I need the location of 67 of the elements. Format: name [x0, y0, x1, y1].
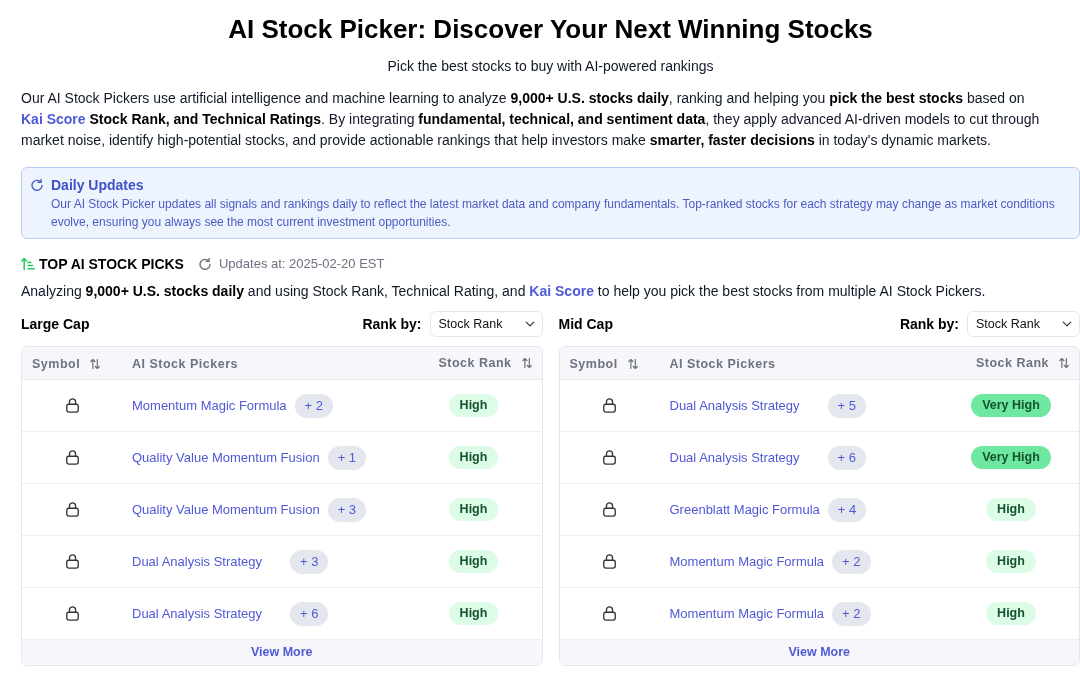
lock-icon: [603, 450, 616, 465]
kai-score-link[interactable]: Kai Score: [21, 111, 86, 127]
rank-badge: High: [986, 550, 1036, 573]
lock-icon: [65, 554, 79, 569]
rank-badge: Very High: [971, 394, 1051, 417]
update-time: Updates at: 2025-02-20 EST: [218, 255, 385, 273]
table-title: Mid Cap: [558, 314, 613, 334]
rank-badge: High: [448, 602, 499, 625]
strategy-link[interactable]: Quality Value Momentum Fusion: [132, 502, 320, 517]
notice-text: Our AI Stock Picker updates all signals and rankings daily to reflect the latest market data and company fundamentals. Top-ranked stocks for each strategy may change as market conditions evolve, ensuring you always see the most current investment opportunities.: [51, 196, 1056, 231]
lock-icon: [603, 606, 616, 621]
kai-score-link[interactable]: Kai Score: [529, 283, 594, 299]
more-strategies-button[interactable]: + 2: [832, 601, 871, 626]
strategy-link[interactable]: Dual Analysis Strategy: [669, 398, 800, 413]
column-header[interactable]: Stock Rank: [438, 353, 532, 373]
summary-text: Analyzing 9,000+ U.S. stocks daily and using Stock Rank, Technical Rating, and Kai Score to help you pick the best stocks from multiple AI Stock Pickers.: [21, 282, 987, 301]
column-header[interactable]: Stock Rank: [975, 353, 1069, 373]
more-strategies-button[interactable]: + 5: [827, 393, 866, 418]
strategy-link[interactable]: Dual Analysis Strategy: [132, 554, 263, 569]
lock-icon: [603, 502, 616, 517]
more-strategies-button[interactable]: + 3: [290, 549, 329, 574]
rank-badge: High: [986, 602, 1036, 625]
lock-icon: [603, 554, 616, 569]
rank-badge: High: [986, 498, 1036, 521]
lock-icon: [65, 398, 79, 413]
rank-badge: High: [448, 498, 499, 521]
strategy-link[interactable]: Momentum Magic Formula: [132, 398, 287, 413]
rank-badge: High: [448, 446, 499, 469]
lock-icon: [65, 450, 79, 465]
strategy-link[interactable]: Dual Analysis Strategy: [132, 606, 263, 621]
page-subtitle: Pick the best stocks to buy with AI-powered rankings: [386, 57, 715, 76]
more-strategies-button[interactable]: + 2: [832, 549, 871, 574]
more-strategies-button[interactable]: + 6: [827, 445, 866, 470]
strategy-link[interactable]: Greenblatt Magic Formula: [669, 502, 820, 517]
rank-badge: Very High: [971, 446, 1051, 469]
refresh-icon: [198, 258, 211, 270]
rank-by-dropdown[interactable]: Stock Rank: [967, 311, 1080, 337]
column-header[interactable]: Symbol: [32, 354, 101, 374]
intro-paragraph: Our AI Stock Pickers use artificial intelligence and machine learning to analyze 9,000+ U.S. stocks daily, ranking and helping you pick the best stocks based on Kai Score Stock Rank, and Technical Ratings. By integrating fundamental, technical, and sentiment data, they apply advanced AI-driven models to cut through market noise, identify high-potential stocks, and provide actionable rankings that help investors make smarter, faster decisions in today's dynamic markets.: [21, 89, 1041, 150]
strategy-link[interactable]: Momentum Magic Formula: [669, 554, 825, 569]
page-title: AI Stock Picker: Discover Your Next Winning Stocks: [227, 13, 874, 46]
column-header: AI Stock Pickers: [132, 355, 238, 373]
more-strategies-button[interactable]: + 2: [294, 393, 334, 418]
column-header[interactable]: Symbol: [569, 354, 638, 374]
strategy-link[interactable]: Quality Value Momentum Fusion: [132, 450, 320, 465]
ascending-list-icon: [21, 257, 35, 271]
rank-badge: High: [448, 394, 499, 417]
view-more-button[interactable]: View More: [22, 640, 542, 665]
table-title: Large Cap: [21, 314, 90, 334]
rank-by-label: Rank by:: [362, 314, 422, 334]
column-header: AI Stock Pickers: [669, 355, 776, 373]
rank-by-label: Rank by:: [899, 314, 959, 334]
section-title: TOP AI STOCK PICKS: [39, 255, 184, 274]
lock-icon: [65, 606, 79, 621]
more-strategies-button[interactable]: + 1: [327, 445, 367, 470]
notice-title: Daily Updates: [51, 176, 144, 195]
more-strategies-button[interactable]: + 4: [827, 497, 867, 522]
more-strategies-button[interactable]: + 3: [327, 497, 367, 522]
rank-by-dropdown[interactable]: Stock Rank: [429, 311, 543, 337]
lock-icon: [65, 502, 79, 517]
strategy-link[interactable]: Dual Analysis Strategy: [669, 450, 800, 465]
refresh-icon: [31, 179, 43, 191]
rank-badge: High: [448, 550, 499, 573]
strategy-link[interactable]: Momentum Magic Formula: [669, 606, 825, 621]
view-more-button[interactable]: View More: [559, 640, 1079, 665]
lock-icon: [603, 398, 616, 413]
more-strategies-button[interactable]: + 6: [290, 601, 329, 626]
